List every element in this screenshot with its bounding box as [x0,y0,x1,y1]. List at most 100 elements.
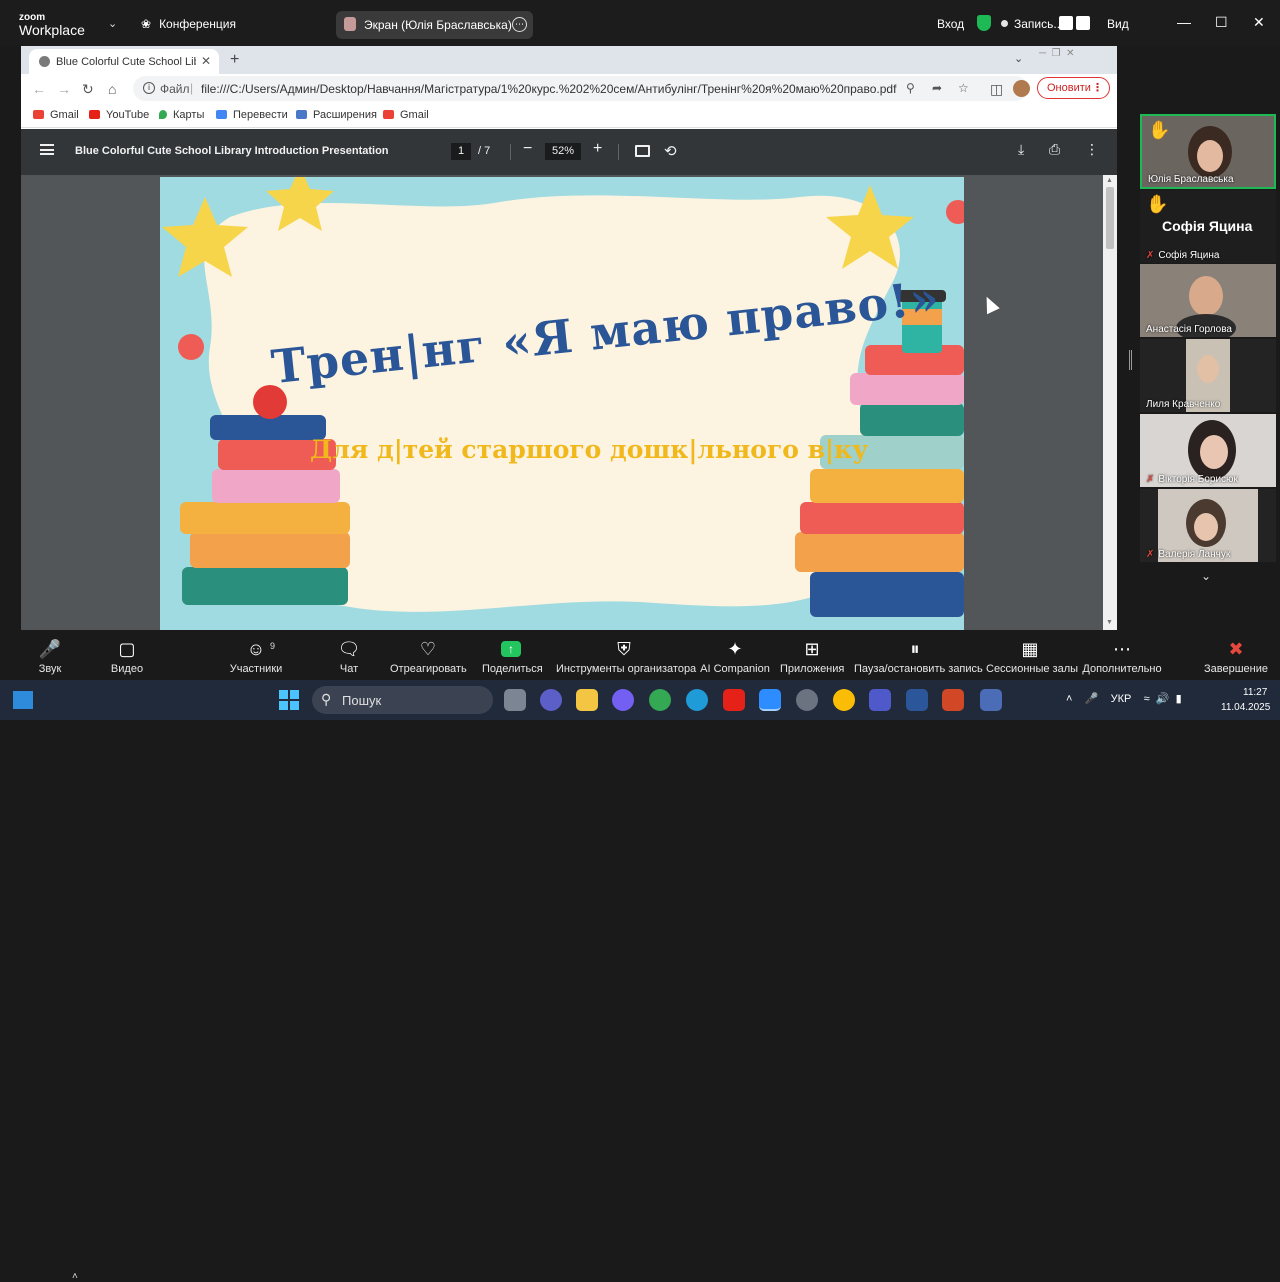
taskbar-search[interactable]: ⚲ Пошук [312,686,493,714]
share-screen-button[interactable]: ↑ Поделиться [482,631,543,680]
participant-name-row: ✗ Валерія Ланчук [1146,549,1231,560]
word-icon[interactable] [906,689,928,711]
react-button[interactable]: ♡ Отреагировать [390,631,467,680]
stop-recording-icon[interactable] [1076,16,1090,30]
close-tab-icon[interactable]: ✕ [201,54,211,68]
pause-recording-icon[interactable] [1059,16,1073,30]
new-tab-icon[interactable]: + [230,51,239,69]
language-indicator[interactable]: УКР [1111,693,1132,705]
tab-search-chevron-icon[interactable]: ⌄ [1014,52,1023,65]
media-player-icon[interactable] [980,689,1002,711]
file-explorer-icon[interactable] [576,689,598,711]
home-icon[interactable]: ⌂ [108,81,116,97]
update-button[interactable]: Оновити ⋮ [1037,77,1110,99]
zoom-in-icon[interactable]: + [593,140,602,158]
more-options-icon[interactable]: ⋯ [512,17,527,32]
widgets-icon[interactable] [13,691,33,709]
search-icon[interactable]: ⚲ [906,81,915,95]
pause-stop-record-button[interactable]: ⏸ Пауза/остановить запись [854,631,983,680]
zoom-level-input[interactable]: 52% [545,143,581,160]
powerpoint-icon[interactable] [942,689,964,711]
video-button[interactable]: ▢ Видео [104,631,150,680]
audio-button[interactable]: 🎤 Звук [28,631,72,680]
info-icon[interactable]: i [143,82,155,94]
participant-tile[interactable]: ✗ Валерія Ланчук [1140,489,1276,562]
screen-share-label: Экран (Юлія Браславська) [364,18,512,32]
page-number-input[interactable]: 1 [451,143,471,160]
chat-button[interactable]: 🗨 Чат [330,631,368,680]
participant-tile[interactable]: Лиля Кравченко [1140,339,1276,412]
audio-options-chevron-icon[interactable]: ˄ [72,1271,78,1282]
maximize-icon[interactable]: ☐ [1215,14,1228,31]
clock-date[interactable]: 11.04.2025 [1221,702,1270,713]
viber-icon[interactable] [612,689,634,711]
conference-menu[interactable]: ❀ Конференция [141,17,236,31]
scroll-down-icon[interactable]: ▼ [1106,619,1113,626]
security-shield-icon[interactable] [977,15,991,31]
bookmark-gmail-2[interactable]: Gmail [383,109,429,121]
side-panel-icon[interactable]: ◫ [990,81,1003,98]
more-button[interactable]: ⋯ Дополнительно [1082,631,1162,680]
login-button[interactable]: Вход [937,17,964,31]
more-actions-icon[interactable]: ⋮ [1085,141,1099,158]
task-view-icon[interactable] [504,689,526,711]
tray-mic-icon[interactable]: 🎤 [1085,693,1099,705]
participant-tile[interactable]: ✋ Софія Яцина ✗ Софія Яцина [1140,190,1276,263]
teams-icon[interactable] [869,689,891,711]
slide-artwork [162,177,964,617]
fit-to-page-icon[interactable] [635,145,650,157]
chrome-alt-icon[interactable] [833,689,855,711]
screen-share-pill[interactable]: Экран (Юлія Браславська) ⋯ [336,11,533,39]
scrollbar-thumb[interactable] [1106,187,1114,249]
print-icon[interactable]: ⎙ [1049,141,1060,158]
participants-button[interactable]: ☺ 9 Участники [226,631,286,680]
back-icon[interactable]: ← [32,81,46,97]
volume-icon[interactable]: 🔊 [1156,693,1170,705]
youtube-app-icon[interactable] [723,689,745,711]
rotate-icon[interactable]: ⟲ [664,142,677,160]
gallery-resize-handle[interactable] [1129,350,1132,370]
participant-tile[interactable]: ✗ Вікторія Борисюк [1140,414,1276,487]
clock-time[interactable]: 11:27 [1243,687,1267,698]
end-meeting-button[interactable]: ✖ Завершение [1204,631,1268,680]
wifi-icon[interactable]: ≈ [1144,693,1150,705]
view-menu[interactable]: Вид [1107,17,1129,31]
bookmark-translate[interactable]: Перевести [216,109,288,121]
apps-button[interactable]: ⊞ Приложения [780,631,844,680]
windows-start-icon[interactable] [279,690,299,710]
tray-chevron-icon[interactable]: ˄ [1066,693,1072,705]
close-icon[interactable]: ✕ [1253,14,1265,31]
gallery-scroll-down-icon[interactable]: ⌄ [1201,569,1211,583]
reload-icon[interactable]: ↻ [82,81,94,98]
ai-companion-button[interactable]: ✦ AI Companion [700,631,770,680]
profile-avatar[interactable] [1013,80,1030,97]
scroll-up-icon[interactable]: ▲ [1106,177,1113,184]
zoom-out-icon[interactable]: − [523,140,532,158]
download-icon[interactable]: ⤓ [1018,141,1024,158]
chat-app-icon[interactable] [540,689,562,711]
host-tools-button[interactable]: ⛨ Инструменты организатора [556,631,696,680]
bookmark-youtube[interactable]: YouTube [89,109,149,121]
battery-icon[interactable]: ▮ [1176,693,1182,705]
edge-icon[interactable] [686,689,708,711]
chevron-down-icon[interactable]: ⌄ [108,17,117,30]
slide-subtitle: Для д|тей старшого дошк|льного в|ку [310,435,869,464]
minimize-icon[interactable]: — [1177,14,1191,30]
breakout-rooms-button[interactable]: ▦ Сессионные залы [986,631,1078,680]
participant-tile[interactable]: Анастасія Горлова [1140,264,1276,337]
address-bar[interactable]: i Файл | file:///C:/Users/Админ/Desktop/… [133,76,1028,101]
browser-tab[interactable]: Blue Colorful Cute School Library ✕ [29,49,219,74]
pdf-viewport[interactable]: Трен|нг «Я маю право!» Для д|тей старшог… [21,175,1117,630]
bookmark-star-icon[interactable]: ☆ [958,81,969,95]
bookmark-extensions[interactable]: Расширения [296,109,377,121]
chrome-icon[interactable] [649,689,671,711]
settings-gear-icon[interactable] [796,689,818,711]
bookmark-gmail[interactable]: Gmail [33,109,79,121]
pdf-scrollbar[interactable]: ▲ ▼ [1103,175,1117,630]
forward-icon[interactable]: → [57,81,71,97]
bookmark-maps[interactable]: Карты [159,109,204,121]
zoom-app-icon[interactable] [759,689,781,711]
participant-tile[interactable]: ✋ Юлія Браславська [1140,114,1276,189]
hamburger-menu-icon[interactable] [40,144,54,155]
share-page-icon[interactable]: ➦ [932,81,942,95]
